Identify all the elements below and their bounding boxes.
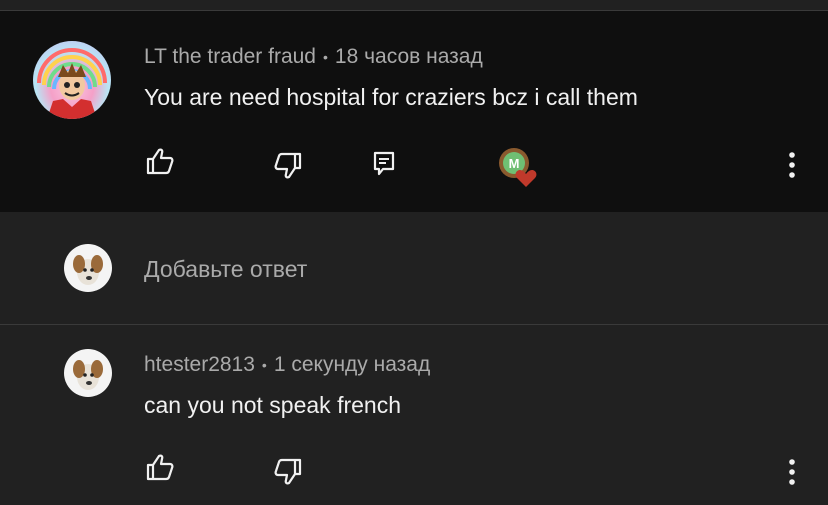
meta-separator: • bbox=[323, 49, 328, 66]
more-vertical-icon bbox=[789, 152, 795, 178]
reply-comment: htester2813 • 1 секунду назад can you not … bbox=[0, 325, 828, 505]
creator-heart: M bbox=[496, 145, 540, 189]
commenter-avatar[interactable] bbox=[33, 41, 111, 119]
thumbs-up-icon bbox=[146, 454, 174, 481]
comment: LT the trader fraud • 18 часов назад You a… bbox=[0, 11, 828, 212]
reply-time[interactable]: 1 секунду назад bbox=[274, 353, 430, 376]
creator-heart-icon: M bbox=[499, 148, 537, 187]
reply-input-row: Добавьте ответ bbox=[0, 212, 828, 325]
user-avatar bbox=[64, 244, 112, 292]
like-button[interactable] bbox=[142, 452, 178, 482]
top-divider bbox=[0, 0, 828, 11]
comment-text: You are need hospital for craziers bcz i… bbox=[144, 84, 638, 110]
meta-separator: • bbox=[261, 357, 267, 374]
more-vertical-icon bbox=[789, 459, 795, 485]
comment-meta: LT the trader fraud • 18 часов назад bbox=[144, 45, 483, 69]
dislike-button[interactable] bbox=[270, 151, 306, 181]
reply-icon bbox=[373, 151, 395, 176]
dislike-button[interactable] bbox=[270, 457, 306, 487]
thumbs-down-icon bbox=[274, 458, 302, 485]
thumbs-down-icon bbox=[274, 152, 302, 179]
reply-text: can you not speak french bbox=[144, 392, 401, 418]
reply-button[interactable] bbox=[368, 148, 400, 180]
reply-meta: htester2813 • 1 секунду назад bbox=[144, 353, 430, 377]
more-button[interactable] bbox=[780, 456, 804, 488]
thumbs-up-icon bbox=[146, 148, 174, 175]
reply-author-avatar[interactable] bbox=[64, 349, 112, 397]
reply-input[interactable]: Добавьте ответ bbox=[144, 256, 307, 283]
svg-text:M: M bbox=[509, 156, 520, 171]
like-button[interactable] bbox=[142, 146, 178, 176]
comment-author[interactable]: LT the trader fraud bbox=[144, 45, 316, 68]
reply-author[interactable]: htester2813 bbox=[144, 353, 255, 376]
more-button[interactable] bbox=[780, 149, 804, 181]
comment-time[interactable]: 18 часов назад bbox=[335, 45, 483, 68]
